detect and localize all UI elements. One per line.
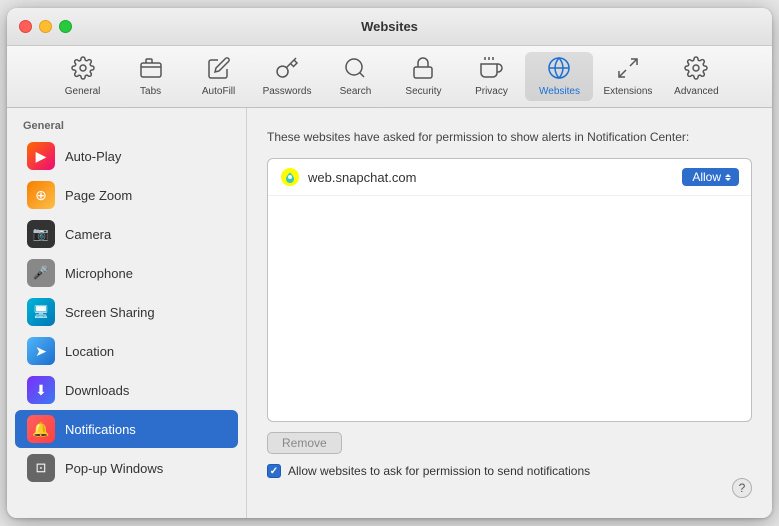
title-bar: Websites	[7, 8, 772, 46]
sidebar-notifications-label: Notifications	[65, 422, 136, 437]
toolbar-item-search[interactable]: Search	[321, 52, 389, 101]
remove-button[interactable]: Remove	[267, 432, 342, 454]
sidebar-header: General	[7, 114, 246, 136]
toolbar-item-passwords[interactable]: Passwords	[253, 52, 322, 101]
sidebar-item-autoplay[interactable]: ▶ Auto-Play	[15, 137, 238, 175]
arrow-down-icon	[725, 178, 731, 181]
sidebar-location-label: Location	[65, 344, 114, 359]
sidebar-popupwindows-label: Pop-up Windows	[65, 461, 163, 476]
autofill-icon	[207, 56, 231, 84]
sidebar-downloads-label: Downloads	[65, 383, 129, 398]
toolbar-item-extensions[interactable]: Extensions	[593, 52, 662, 101]
sidebar-autoplay-label: Auto-Play	[65, 149, 121, 164]
mic-icon: 🎤	[27, 259, 55, 287]
checkbox-label: Allow websites to ask for permission to …	[288, 464, 590, 478]
toolbar-item-advanced[interactable]: Advanced	[662, 52, 730, 101]
toolbar-item-tabs[interactable]: Tabs	[117, 52, 185, 101]
website-favicon	[280, 167, 300, 187]
main-panel: These websites have asked for permission…	[247, 108, 772, 518]
autofill-label: AutoFill	[202, 86, 235, 97]
close-button[interactable]	[19, 20, 32, 33]
table-row: web.snapchat.com Allow	[268, 159, 751, 196]
arrow-up-icon	[725, 174, 731, 177]
main-window: Websites General Tabs AutoFill	[7, 8, 772, 518]
autoplay-icon: ▶	[27, 142, 55, 170]
popup-icon: ⊡	[27, 454, 55, 482]
tabs-icon	[139, 56, 163, 84]
passwords-icon	[275, 56, 299, 84]
location-icon: ➤	[27, 337, 55, 365]
sidebar-camera-label: Camera	[65, 227, 111, 242]
stepper-arrows	[725, 174, 731, 181]
sidebar-item-microphone[interactable]: 🎤 Microphone	[15, 254, 238, 292]
checkbox-row: Allow websites to ask for permission to …	[267, 464, 752, 478]
websites-label: Websites	[539, 86, 580, 97]
downloads-icon: ⬇	[27, 376, 55, 404]
sidebar-item-downloads[interactable]: ⬇ Downloads	[15, 371, 238, 409]
maximize-button[interactable]	[59, 20, 72, 33]
sidebar-item-screensharing[interactable]: 🖥 Screen Sharing	[15, 293, 238, 331]
pagezoom-icon: ⊕	[27, 181, 55, 209]
camera-icon: 📷	[27, 220, 55, 248]
allow-select[interactable]: Allow	[682, 168, 739, 186]
sidebar-microphone-label: Microphone	[65, 266, 133, 281]
sidebar-item-location[interactable]: ➤ Location	[15, 332, 238, 370]
extensions-icon	[616, 56, 640, 84]
sidebar-item-popupwindows[interactable]: ⊡ Pop-up Windows	[15, 449, 238, 487]
window-title: Websites	[361, 19, 418, 34]
window-controls	[19, 20, 72, 33]
toolbar-item-websites[interactable]: Websites	[525, 52, 593, 101]
allow-label: Allow	[692, 170, 721, 184]
toolbar-item-autofill[interactable]: AutoFill	[185, 52, 253, 101]
toolbar: General Tabs AutoFill Passwords	[7, 46, 772, 108]
search-icon	[343, 56, 367, 84]
advanced-icon	[684, 56, 708, 84]
security-icon	[411, 56, 435, 84]
bottom-actions: Remove	[267, 432, 752, 454]
passwords-label: Passwords	[263, 86, 312, 97]
websites-icon	[547, 56, 571, 84]
sidebar-item-notifications[interactable]: 🔔 Notifications	[15, 410, 238, 448]
website-name: web.snapchat.com	[308, 170, 674, 185]
security-label: Security	[405, 86, 441, 97]
general-label: General	[65, 86, 101, 97]
privacy-label: Privacy	[475, 86, 508, 97]
advanced-label: Advanced	[674, 86, 718, 97]
minimize-button[interactable]	[39, 20, 52, 33]
sidebar: General ▶ Auto-Play ⊕ Page Zoom 📷 Camera…	[7, 108, 247, 518]
content-area: General ▶ Auto-Play ⊕ Page Zoom 📷 Camera…	[7, 108, 772, 518]
search-label: Search	[340, 86, 372, 97]
description-text: These websites have asked for permission…	[267, 128, 752, 146]
toolbar-item-security[interactable]: Security	[389, 52, 457, 101]
notifications-icon: 🔔	[27, 415, 55, 443]
footer-row: ?	[267, 478, 752, 498]
help-button[interactable]: ?	[732, 478, 752, 498]
sidebar-item-camera[interactable]: 📷 Camera	[15, 215, 238, 253]
screenshare-icon: 🖥	[27, 298, 55, 326]
website-list: web.snapchat.com Allow	[267, 158, 752, 422]
sidebar-screensharing-label: Screen Sharing	[65, 305, 155, 320]
tabs-label: Tabs	[140, 86, 161, 97]
general-icon	[71, 56, 95, 84]
toolbar-item-general[interactable]: General	[49, 52, 117, 101]
extensions-label: Extensions	[603, 86, 652, 97]
toolbar-item-privacy[interactable]: Privacy	[457, 52, 525, 101]
privacy-icon	[479, 56, 503, 84]
allow-notifications-checkbox[interactable]	[267, 464, 281, 478]
sidebar-pagezoom-label: Page Zoom	[65, 188, 132, 203]
sidebar-item-pagezoom[interactable]: ⊕ Page Zoom	[15, 176, 238, 214]
